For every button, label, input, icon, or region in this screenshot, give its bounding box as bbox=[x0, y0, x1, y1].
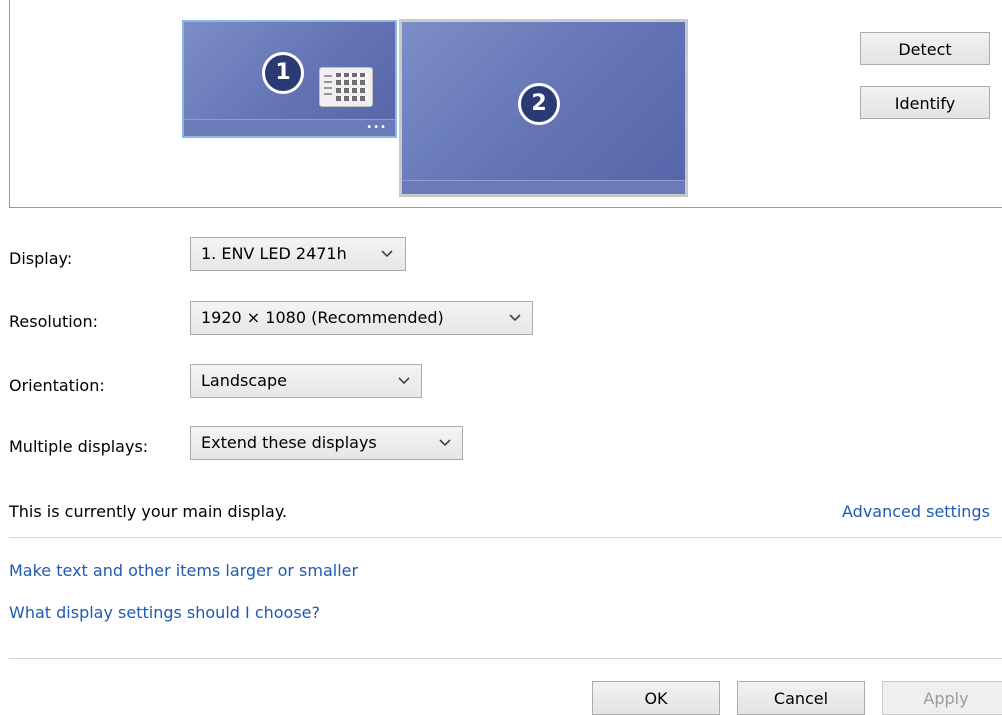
monitor-number: 2 bbox=[518, 83, 560, 125]
monitor-2[interactable]: 2 bbox=[399, 19, 688, 197]
multiple-displays-select-value: Extend these displays bbox=[201, 433, 377, 452]
divider bbox=[9, 658, 1002, 659]
chevron-down-icon bbox=[398, 365, 412, 397]
resolution-label: Resolution: bbox=[9, 312, 98, 331]
display-select[interactable]: 1. ENV LED 2471h bbox=[190, 237, 406, 271]
monitor-number: 1 bbox=[262, 52, 304, 94]
chevron-down-icon bbox=[381, 238, 395, 270]
cancel-button[interactable]: Cancel bbox=[737, 681, 865, 715]
divider bbox=[9, 537, 1002, 538]
display-settings-icon bbox=[319, 67, 373, 107]
monitor-taskbar: ••• bbox=[184, 119, 395, 136]
display-help-link[interactable]: What display settings should I choose? bbox=[9, 603, 320, 622]
resolution-select-value: 1920 × 1080 (Recommended) bbox=[201, 308, 444, 327]
monitor-taskbar bbox=[402, 180, 685, 194]
orientation-select[interactable]: Landscape bbox=[190, 364, 422, 398]
more-icon: ••• bbox=[366, 122, 387, 133]
multiple-displays-label: Multiple displays: bbox=[9, 437, 149, 456]
identify-button[interactable]: Identify bbox=[860, 86, 990, 119]
monitor-1[interactable]: 1 ••• bbox=[182, 20, 397, 138]
chevron-down-icon bbox=[509, 302, 523, 334]
monitor-arrangement-panel: 1 ••• 2 Detect Identify bbox=[9, 0, 1002, 208]
display-label: Display: bbox=[9, 249, 73, 268]
text-size-link[interactable]: Make text and other items larger or smal… bbox=[9, 561, 358, 580]
advanced-settings-link[interactable]: Advanced settings bbox=[842, 502, 990, 521]
orientation-label: Orientation: bbox=[9, 376, 105, 395]
resolution-select[interactable]: 1920 × 1080 (Recommended) bbox=[190, 301, 533, 335]
apply-button[interactable]: Apply bbox=[882, 681, 1002, 715]
orientation-select-value: Landscape bbox=[201, 371, 287, 390]
multiple-displays-select[interactable]: Extend these displays bbox=[190, 426, 463, 460]
detect-button[interactable]: Detect bbox=[860, 32, 990, 65]
display-select-value: 1. ENV LED 2471h bbox=[201, 244, 347, 263]
main-display-status: This is currently your main display. bbox=[9, 502, 288, 521]
chevron-down-icon bbox=[439, 427, 453, 459]
ok-button[interactable]: OK bbox=[592, 681, 720, 715]
